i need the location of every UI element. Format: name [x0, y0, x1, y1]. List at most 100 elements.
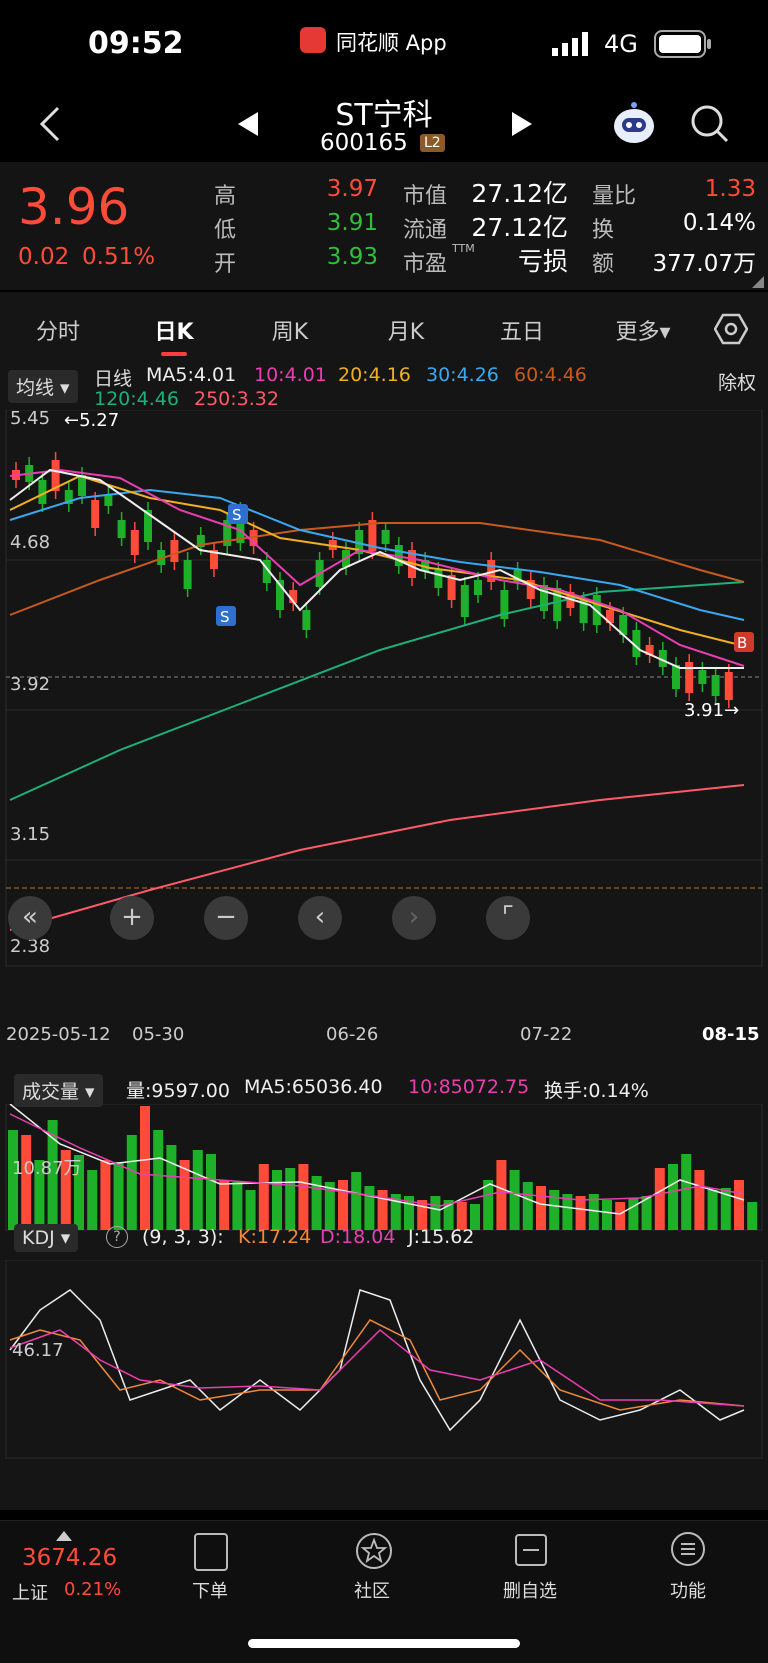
x-label-4: 08-15	[702, 1024, 760, 1045]
ma-selector[interactable]: 均线 ▾	[8, 370, 78, 403]
volume-bar	[219, 1180, 230, 1230]
volume-bar	[707, 1190, 718, 1230]
ma250-value: 250:3.32	[194, 388, 279, 410]
remove-watch-button[interactable]: 删自选	[480, 1577, 580, 1603]
float-label: 流通	[403, 218, 448, 243]
period-tabs: 分时 日K 周K 月K 五日 更多▾	[0, 292, 768, 361]
fullscreen-button[interactable]: ⌜	[486, 896, 530, 940]
order-button[interactable]: 下单	[160, 1577, 260, 1603]
candle-body	[117, 520, 126, 538]
candle-body	[434, 570, 443, 588]
turnover-value: 0.14%	[682, 210, 756, 236]
tab-intraday[interactable]: 分时	[18, 314, 98, 346]
float-value: 27.12亿	[471, 213, 568, 242]
candle-body	[91, 500, 100, 528]
order-icon[interactable]	[194, 1533, 228, 1571]
search-icon[interactable]	[690, 104, 730, 144]
volume-selector[interactable]: 成交量 ▾	[14, 1074, 103, 1107]
volume-bar	[549, 1190, 560, 1230]
ma60-value: 60:4.46	[514, 364, 587, 386]
volume-bar	[602, 1200, 612, 1230]
volume-bar	[113, 1162, 124, 1230]
collapse-left-button[interactable]: «	[8, 896, 52, 940]
period-label: 日线	[94, 368, 133, 390]
tab-daily-k[interactable]: 日K	[134, 314, 214, 346]
tab-monthly-k[interactable]: 月K	[366, 314, 446, 346]
volume-turnover: 换手:0.14%	[544, 1080, 649, 1102]
ma-selector-label: 均线	[16, 377, 55, 399]
volume-selector-label: 成交量	[22, 1081, 80, 1103]
community-icon[interactable]	[354, 1531, 394, 1571]
y-label-4: 3.15	[10, 824, 50, 845]
volume-bar	[298, 1164, 309, 1230]
kdj-params: (9, 3, 3):	[142, 1226, 224, 1248]
tab-weekly-k[interactable]: 周K	[250, 314, 330, 346]
volume-ratio-value: 1.33	[704, 176, 756, 202]
chart-area: 均线 ▾ 日线 MA5:4.01 10:4.01 20:4.16 30:4.26…	[0, 360, 768, 1510]
function-icon[interactable]	[670, 1531, 706, 1567]
volume-bar	[694, 1170, 705, 1230]
ex-right-toggle[interactable]: 除权	[718, 368, 756, 395]
x-label-3: 07-22	[520, 1024, 573, 1045]
volume-bar	[166, 1145, 177, 1230]
prev-stock-icon[interactable]	[236, 110, 260, 138]
quote-panel: 3.96 0.02 0.51% 高 3.97 低 3.91 开 3.93 市值 …	[0, 162, 768, 290]
clock: 09:52	[88, 26, 184, 61]
high-marker: ←5.27	[64, 410, 119, 431]
sell-signal-top-label: S	[232, 506, 242, 524]
tab-more[interactable]: 更多▾	[598, 314, 688, 346]
status-bar: 09:52 同花顺 App 4G	[0, 0, 768, 90]
community-button[interactable]: 社区	[322, 1577, 422, 1603]
volume-bar	[615, 1202, 626, 1230]
scroll-left-button[interactable]: ‹	[298, 896, 342, 940]
zoom-in-button[interactable]: +	[110, 896, 154, 940]
last-price: 3.96	[18, 178, 130, 236]
kline-chart[interactable]: 5.45 4.68 3.92 3.15 2.38 ←5.27 3.91→ S S…	[0, 410, 768, 970]
y-label-3: 3.92	[10, 674, 50, 695]
remove-watch-icon[interactable]	[514, 1533, 548, 1567]
zoom-out-button[interactable]: −	[204, 896, 248, 940]
back-icon[interactable]	[38, 104, 62, 144]
candle-body	[685, 662, 694, 693]
buy-signal-label: B	[737, 634, 747, 652]
scroll-right-button[interactable]: ›	[392, 896, 436, 940]
volume-ma10: 10:85072.75	[408, 1076, 530, 1098]
x-label-0: 2025-05-12	[6, 1024, 111, 1045]
volume-bar	[681, 1154, 692, 1230]
kdj-selector[interactable]: KDJ ▾	[14, 1224, 79, 1252]
kdj-j-value: J:15.62	[408, 1226, 475, 1248]
kdj-chart[interactable]: 46.17	[0, 1260, 768, 1460]
app-name: 同花顺 App	[336, 31, 447, 55]
battery-icon	[654, 30, 711, 58]
volume-bar	[87, 1170, 98, 1230]
settings-hex-icon[interactable]	[714, 312, 748, 346]
volume-bar	[153, 1130, 164, 1230]
turnover-label: 换	[592, 218, 615, 243]
next-stock-icon[interactable]	[510, 110, 534, 138]
volume-bar	[509, 1170, 520, 1230]
high-label: 高	[214, 184, 237, 209]
expand-corner-icon[interactable]	[752, 276, 764, 288]
volume-ratio-label: 量比	[592, 184, 637, 209]
network-type: 4G	[604, 30, 638, 58]
x-label-1: 05-30	[132, 1024, 185, 1045]
volume-value: 量:9597.00	[126, 1080, 230, 1102]
function-button[interactable]: 功能	[638, 1577, 738, 1603]
kdj-k-value: K:17.24	[238, 1226, 312, 1248]
candle-body	[724, 672, 733, 700]
ai-assistant-icon[interactable]	[610, 100, 658, 146]
kdj-d-line	[9, 1328, 745, 1407]
tab-five-day[interactable]: 五日	[482, 314, 562, 346]
volume-bar	[351, 1172, 362, 1230]
volume-bar	[364, 1186, 375, 1230]
volume-bar	[654, 1168, 665, 1230]
candle-body	[302, 610, 311, 630]
index-pct: 0.21%	[64, 1579, 122, 1600]
index-value[interactable]: 3674.26	[22, 1545, 117, 1571]
mcap-value: 27.12亿	[471, 179, 568, 208]
candle-body	[672, 665, 680, 689]
pe-value: 亏损	[517, 247, 568, 276]
help-icon[interactable]: ?	[106, 1226, 128, 1248]
volume-chart[interactable]: 10.87万	[0, 1104, 768, 1232]
volume-bar	[140, 1106, 150, 1230]
